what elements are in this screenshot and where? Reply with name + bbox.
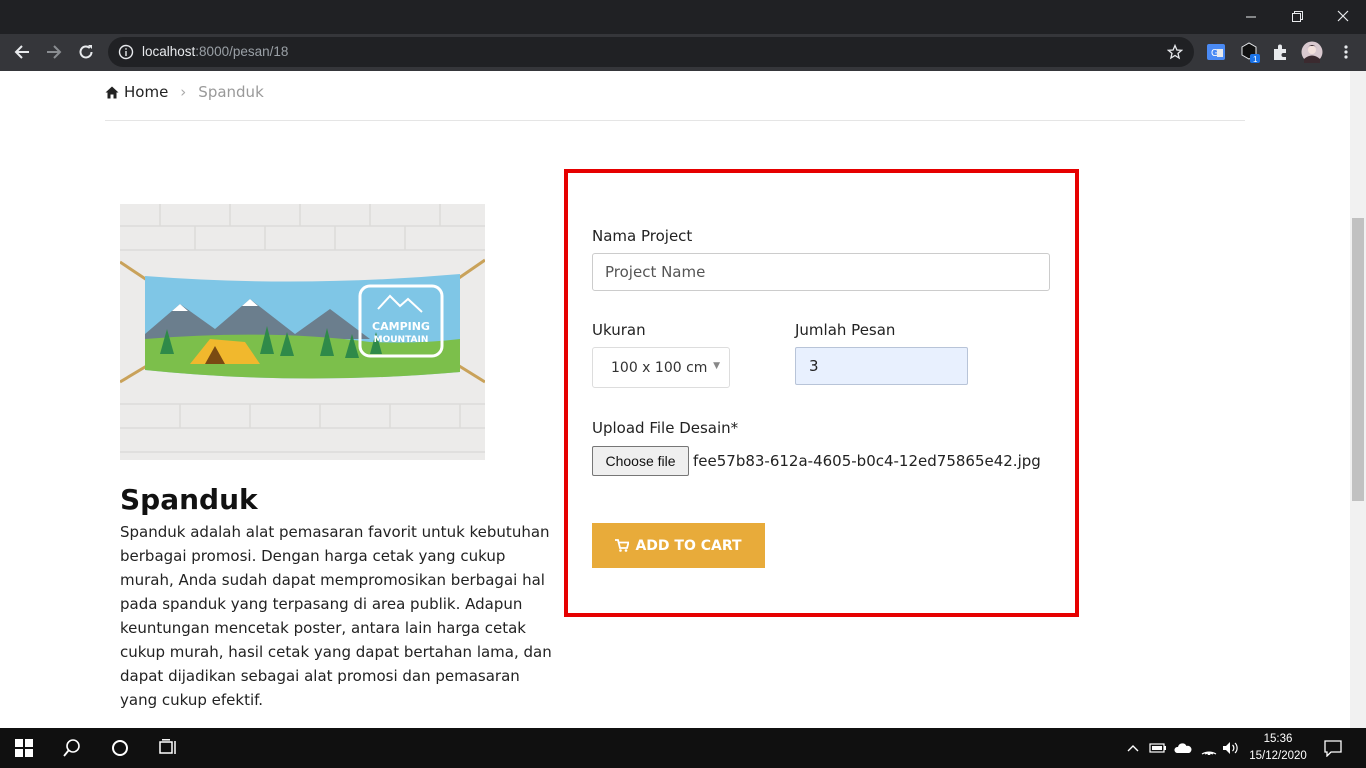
restore-button[interactable] <box>1274 0 1320 32</box>
page-scrollbar[interactable] <box>1350 71 1366 728</box>
back-button[interactable] <box>8 38 36 66</box>
browser-menu-button[interactable] <box>1334 40 1358 64</box>
size-select[interactable]: 100 x 100 cm ▼ <box>592 347 730 388</box>
wifi-icon[interactable] <box>1198 736 1220 760</box>
vertical-dots-icon <box>1344 45 1348 59</box>
quantity-label: Jumlah Pesan <box>795 321 896 339</box>
volume-icon[interactable] <box>1220 736 1242 760</box>
clock-time: 15:36 <box>1263 733 1293 745</box>
cube-extension-icon[interactable]: 1 <box>1237 40 1261 64</box>
windows-taskbar: 15:36 15/12/2020 <box>0 728 1366 768</box>
profile-avatar[interactable] <box>1300 40 1324 64</box>
breadcrumb-home-link[interactable]: Home <box>124 83 168 101</box>
chevron-down-icon: ▼ <box>713 361 720 371</box>
close-button[interactable] <box>1320 0 1366 32</box>
close-icon <box>1337 10 1349 22</box>
taskbar-clock[interactable]: 15:36 15/12/2020 <box>1248 731 1308 765</box>
browser-title-bar <box>0 0 1366 34</box>
info-icon[interactable] <box>118 44 134 60</box>
minimize-button[interactable] <box>1228 0 1274 32</box>
minimize-icon <box>1245 16 1256 17</box>
star-icon[interactable] <box>1167 44 1183 60</box>
forward-button[interactable] <box>40 38 68 66</box>
reload-icon <box>79 45 93 59</box>
project-name-input[interactable]: Project Name <box>592 253 1050 291</box>
breadcrumb-current: Spanduk <box>198 83 264 101</box>
breadcrumb: Home › Spanduk <box>105 83 264 101</box>
page-content: Home › Spanduk CAMPING MOUNTAIN Spanduk … <box>0 71 1350 728</box>
product-image: CAMPING MOUNTAIN <box>119 204 486 460</box>
order-form: Nama Project Project Name Ukuran 100 x 1… <box>564 169 1079 617</box>
translate-extension-icon[interactable]: G <box>1204 40 1228 64</box>
breadcrumb-divider <box>105 120 1245 121</box>
size-select-value: 100 x 100 cm <box>611 359 708 376</box>
reload-button[interactable] <box>72 38 100 66</box>
svg-text:MOUNTAIN: MOUNTAIN <box>374 335 429 345</box>
search-icon[interactable] <box>60 736 84 760</box>
quantity-input[interactable]: 3 <box>795 347 968 385</box>
battery-icon[interactable] <box>1147 736 1169 760</box>
arrow-left-icon <box>14 45 29 59</box>
restore-icon <box>1291 10 1303 22</box>
browser-toolbar: localhost:8000/pesan/18 G 1 <box>0 34 1366 71</box>
home-icon <box>105 86 119 98</box>
add-to-cart-label: ADD TO CART <box>635 537 742 554</box>
svg-text:1: 1 <box>1253 55 1258 63</box>
product-description: Spanduk adalah alat pemasaran favorit un… <box>120 523 552 709</box>
add-to-cart-button[interactable]: ADD TO CART <box>592 523 765 568</box>
cart-icon <box>615 539 630 552</box>
chevron-right-icon: › <box>180 83 187 101</box>
task-view-icon[interactable] <box>156 736 180 760</box>
notification-icon[interactable] <box>1321 736 1345 760</box>
chevron-up-icon[interactable] <box>1122 736 1144 760</box>
arrow-right-icon <box>47 45 62 59</box>
clock-date: 15/12/2020 <box>1249 750 1307 762</box>
upload-label: Upload File Desain* <box>592 419 739 437</box>
puzzle-extensions-icon[interactable] <box>1268 40 1292 64</box>
url-text: localhost:8000/pesan/18 <box>142 44 289 59</box>
onedrive-cloud-icon[interactable] <box>1172 736 1194 760</box>
svg-text:CAMPING: CAMPING <box>372 320 430 333</box>
choose-file-button[interactable]: Choose file <box>592 446 689 476</box>
windows-start-icon[interactable] <box>12 736 36 760</box>
scrollbar-thumb[interactable] <box>1352 218 1364 501</box>
selected-file-name: fee57b83-612a-4605-b0c4-12ed75865e42.jpg <box>693 452 1041 470</box>
address-bar[interactable]: localhost:8000/pesan/18 <box>108 37 1194 67</box>
product-title: Spanduk <box>120 483 258 516</box>
size-label: Ukuran <box>592 321 646 339</box>
cortana-icon[interactable] <box>108 736 132 760</box>
project-name-label: Nama Project <box>592 227 693 245</box>
